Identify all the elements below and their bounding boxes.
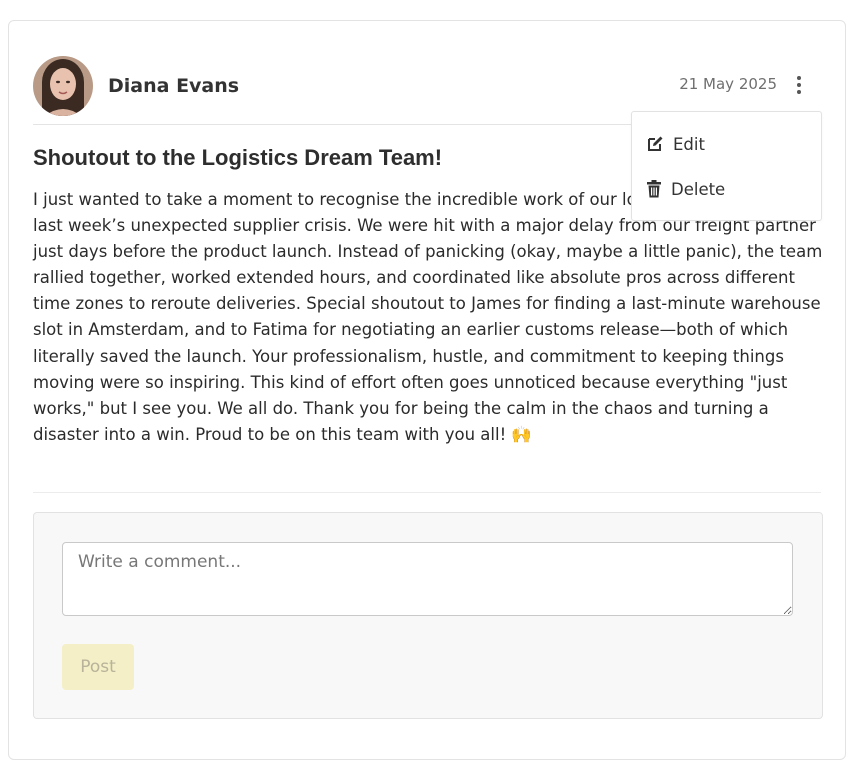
post-comment-button[interactable]: Post <box>62 644 134 690</box>
post-options-menu: Edit Delete <box>631 111 822 221</box>
menu-item-edit[interactable]: Edit <box>632 124 821 164</box>
menu-item-label: Edit <box>673 134 705 154</box>
edit-icon <box>648 136 663 151</box>
more-options-icon[interactable] <box>789 73 809 97</box>
body-divider <box>33 492 821 493</box>
author-name: Diana Evans <box>108 75 240 97</box>
comment-section: Post <box>33 512 823 719</box>
post-date: 21 May 2025 <box>679 75 777 93</box>
post-body: I just wanted to take a moment to recogn… <box>33 190 823 444</box>
trash-icon <box>647 180 661 198</box>
menu-item-delete[interactable]: Delete <box>632 169 821 209</box>
comment-input[interactable] <box>62 542 793 616</box>
post-title: Shoutout to the Logistics Dream Team! <box>33 145 443 170</box>
post-header: Diana Evans 21 May 2025 <box>33 55 821 117</box>
menu-item-label: Delete <box>671 179 726 199</box>
author-avatar <box>33 56 93 116</box>
